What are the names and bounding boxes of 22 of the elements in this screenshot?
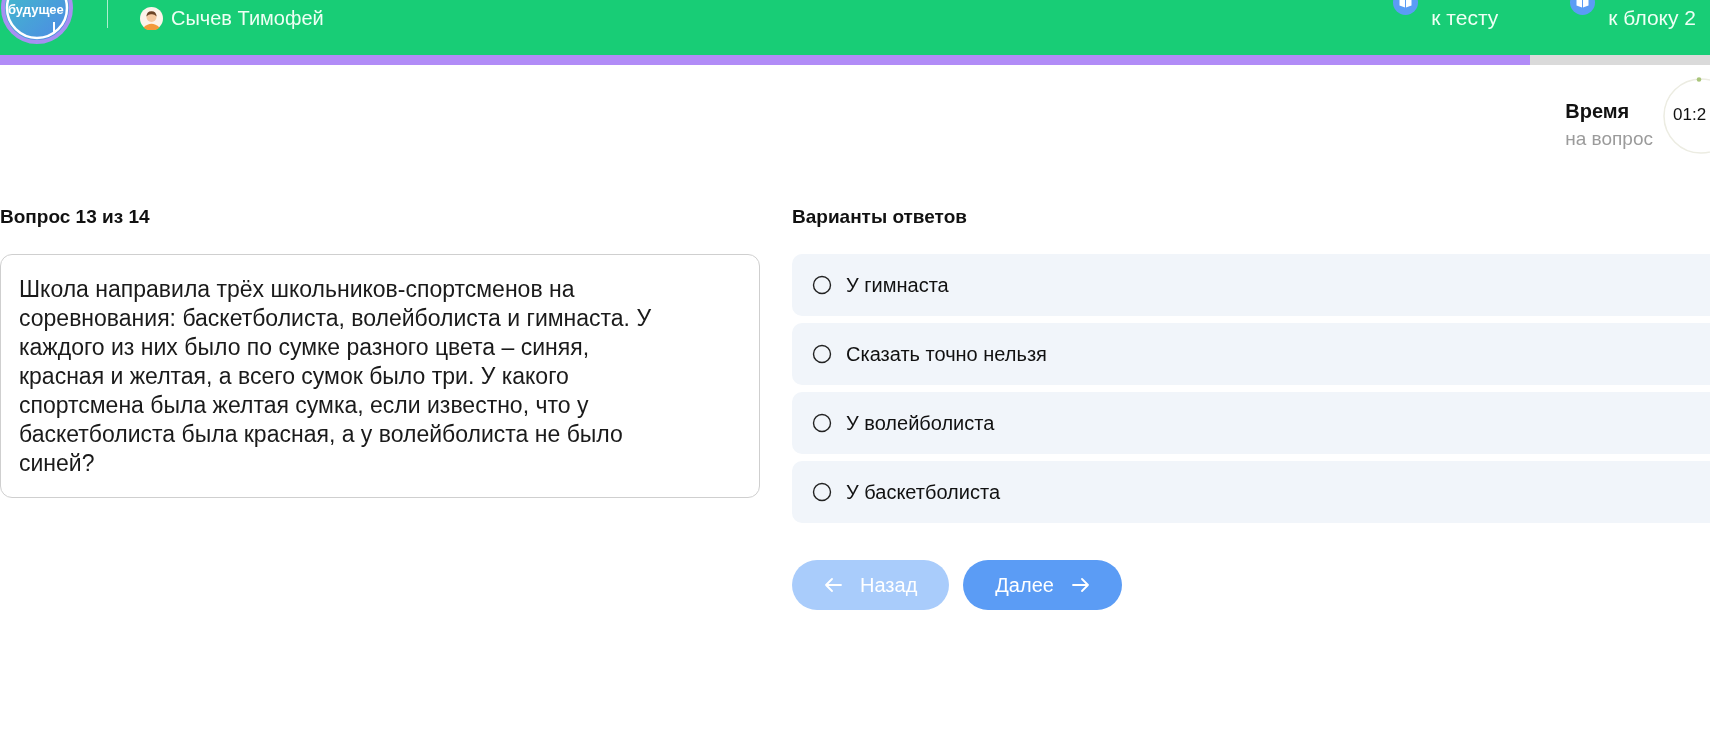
radio-button[interactable] [812, 413, 832, 433]
timer-subtitle: на вопрос [1565, 128, 1653, 150]
timer-title: Время [1565, 100, 1631, 122]
book-icon [1570, 0, 1596, 15]
radio-button[interactable] [812, 275, 832, 295]
answer-option[interactable]: Сказать точно нельзя [792, 323, 1710, 385]
arrow-left-icon [824, 578, 842, 592]
radio-button[interactable] [812, 344, 832, 364]
question-text: Школа направила трёх школьников-спортсменов на соревнования: баскетболиста, волейболиста и гимнаста. У каждого из них было по сумке разного цвета – синяя, красная и желтая, а всего сумок было три. У какого спортсмена была желтая сумка, если известно, что у баскетболиста была красная, а у волейболиста не было синей? [0, 254, 760, 498]
question-counter: Вопрос 13 из 14 [0, 206, 151, 228]
user-name: Сычев Тимофей [171, 7, 324, 30]
radio-button[interactable] [812, 482, 832, 502]
book-icon [1393, 0, 1419, 15]
answer-option[interactable]: У волейболиста [792, 392, 1710, 454]
logo-icon[interactable] [0, 0, 74, 45]
avatar-icon [140, 7, 163, 30]
answers-heading: Варианты ответов [792, 206, 968, 228]
arrow-right-icon [1071, 578, 1090, 592]
timer-value: 01:2 [1673, 104, 1707, 126]
answer-option[interactable]: У гимнаста [792, 254, 1710, 316]
answer-option[interactable]: У баскетболиста [792, 461, 1710, 523]
logo-text: будущее [8, 2, 64, 18]
